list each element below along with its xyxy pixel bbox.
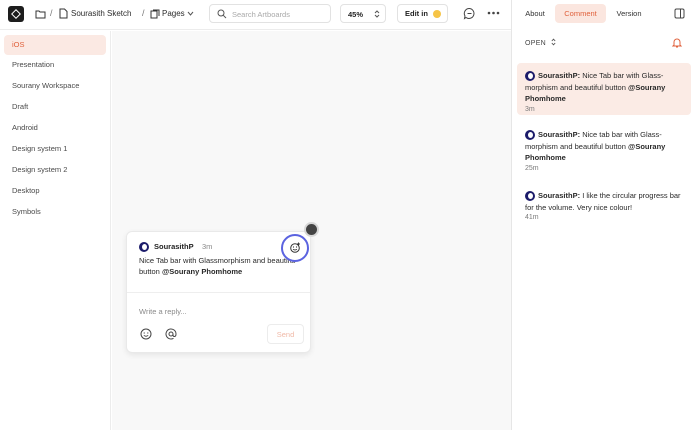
tab-version[interactable]: Version <box>612 4 646 23</box>
send-button[interactable]: Send <box>267 324 304 344</box>
pages-sidebar: iOS Presentation Sourany Workspace Draft… <box>0 31 111 430</box>
comment-time: 3m <box>525 105 535 113</box>
more-icon[interactable] <box>487 11 500 15</box>
chevron-updown-icon <box>551 38 556 46</box>
page-item-android[interactable]: Android <box>4 118 106 138</box>
comment-author: SourasithP: <box>538 130 581 139</box>
page-item-presentation[interactable]: Presentation <box>4 55 106 75</box>
breadcrumb-separator: / <box>142 8 145 18</box>
document-icon <box>59 8 68 19</box>
edit-in-sketch-button[interactable]: Edit in <box>397 4 448 23</box>
comment-mention[interactable]: @Sourany Phomhome <box>162 267 242 276</box>
breadcrumb-pages[interactable]: Pages <box>162 9 185 18</box>
page-item-symbols[interactable]: Symbols <box>4 202 106 222</box>
comment-author: SourasithP: <box>538 71 581 80</box>
artboard-canvas[interactable]: SourasithP 3m Nice Tab bar with Glassmor… <box>112 31 511 430</box>
emoji-icon[interactable] <box>140 328 152 340</box>
avatar <box>525 71 535 81</box>
page-item-design-system-2[interactable]: Design system 2 <box>4 160 106 180</box>
zoom-value: 45% <box>348 10 364 19</box>
comment-content: SourasithP: I like the circular progress… <box>525 190 683 213</box>
chevron-down-icon[interactable] <box>187 11 194 16</box>
filter-label: OPEN <box>525 40 547 47</box>
breadcrumb-separator: / <box>50 8 53 18</box>
stepper-icon[interactable] <box>374 9 380 19</box>
right-panel: About Comment Version OPEN SourasithP: N… <box>511 0 696 430</box>
zoom-control[interactable]: 45% <box>340 4 386 23</box>
page-item-ios[interactable]: iOS <box>4 35 106 55</box>
comment-list-item[interactable]: SourasithP: Nice tab bar with Glass-morp… <box>517 122 691 174</box>
search-input[interactable] <box>232 8 326 20</box>
avatar <box>525 130 535 140</box>
comment-list-item[interactable]: SourasithP: Nice Tab bar with Glass-morp… <box>517 63 691 115</box>
comment-body: Nice Tab bar with Glassmorphism and beau… <box>139 255 299 277</box>
at-icon[interactable] <box>165 328 177 340</box>
comment-list-item[interactable]: SourasithP: I like the circular progress… <box>517 183 691 235</box>
comment-author: SourasithP: <box>538 191 581 200</box>
top-toolbar: / Sourasith Sketch / Pages 45% Edit in <box>0 0 511 30</box>
page-item-design-system-1[interactable]: Design system 1 <box>4 139 106 159</box>
page-item-draft[interactable]: Draft <box>4 97 106 117</box>
comment-time: 3m <box>202 242 213 251</box>
sketch-icon <box>433 10 441 18</box>
bell-icon[interactable] <box>672 37 682 48</box>
avatar <box>139 242 149 252</box>
comment-time: 41m <box>525 214 539 221</box>
reaction-button[interactable] <box>281 234 309 262</box>
page-item-desktop[interactable]: Desktop <box>4 181 106 201</box>
comment-icon[interactable] <box>463 7 476 20</box>
comment-time: 25m <box>525 164 539 172</box>
reaction-icon <box>290 242 300 253</box>
search-artboards[interactable] <box>209 4 331 23</box>
comment-content: SourasithP: Nice tab bar with Glass-morp… <box>525 129 683 164</box>
avatar <box>525 191 535 201</box>
breadcrumb-document[interactable]: Sourasith Sketch <box>71 9 131 18</box>
status-filter[interactable]: OPEN <box>525 38 556 47</box>
comment-author: SourasithP <box>154 242 194 251</box>
comment-content: SourasithP: Nice Tab bar with Glass-morp… <box>525 70 683 105</box>
panel-toggle-icon[interactable] <box>674 8 685 19</box>
edit-in-label: Edit in <box>405 9 428 18</box>
divider <box>127 292 310 293</box>
app-logo-icon[interactable] <box>8 6 24 22</box>
search-icon <box>217 9 227 19</box>
tab-comment[interactable]: Comment <box>555 4 606 23</box>
reply-input[interactable] <box>139 305 259 317</box>
comment-pin-handle[interactable] <box>304 222 319 237</box>
page-item-sourany-workspace[interactable]: Sourany Workspace <box>4 76 106 96</box>
folder-icon[interactable] <box>35 9 46 19</box>
pages-icon <box>150 9 160 19</box>
tab-about[interactable]: About <box>520 4 550 23</box>
